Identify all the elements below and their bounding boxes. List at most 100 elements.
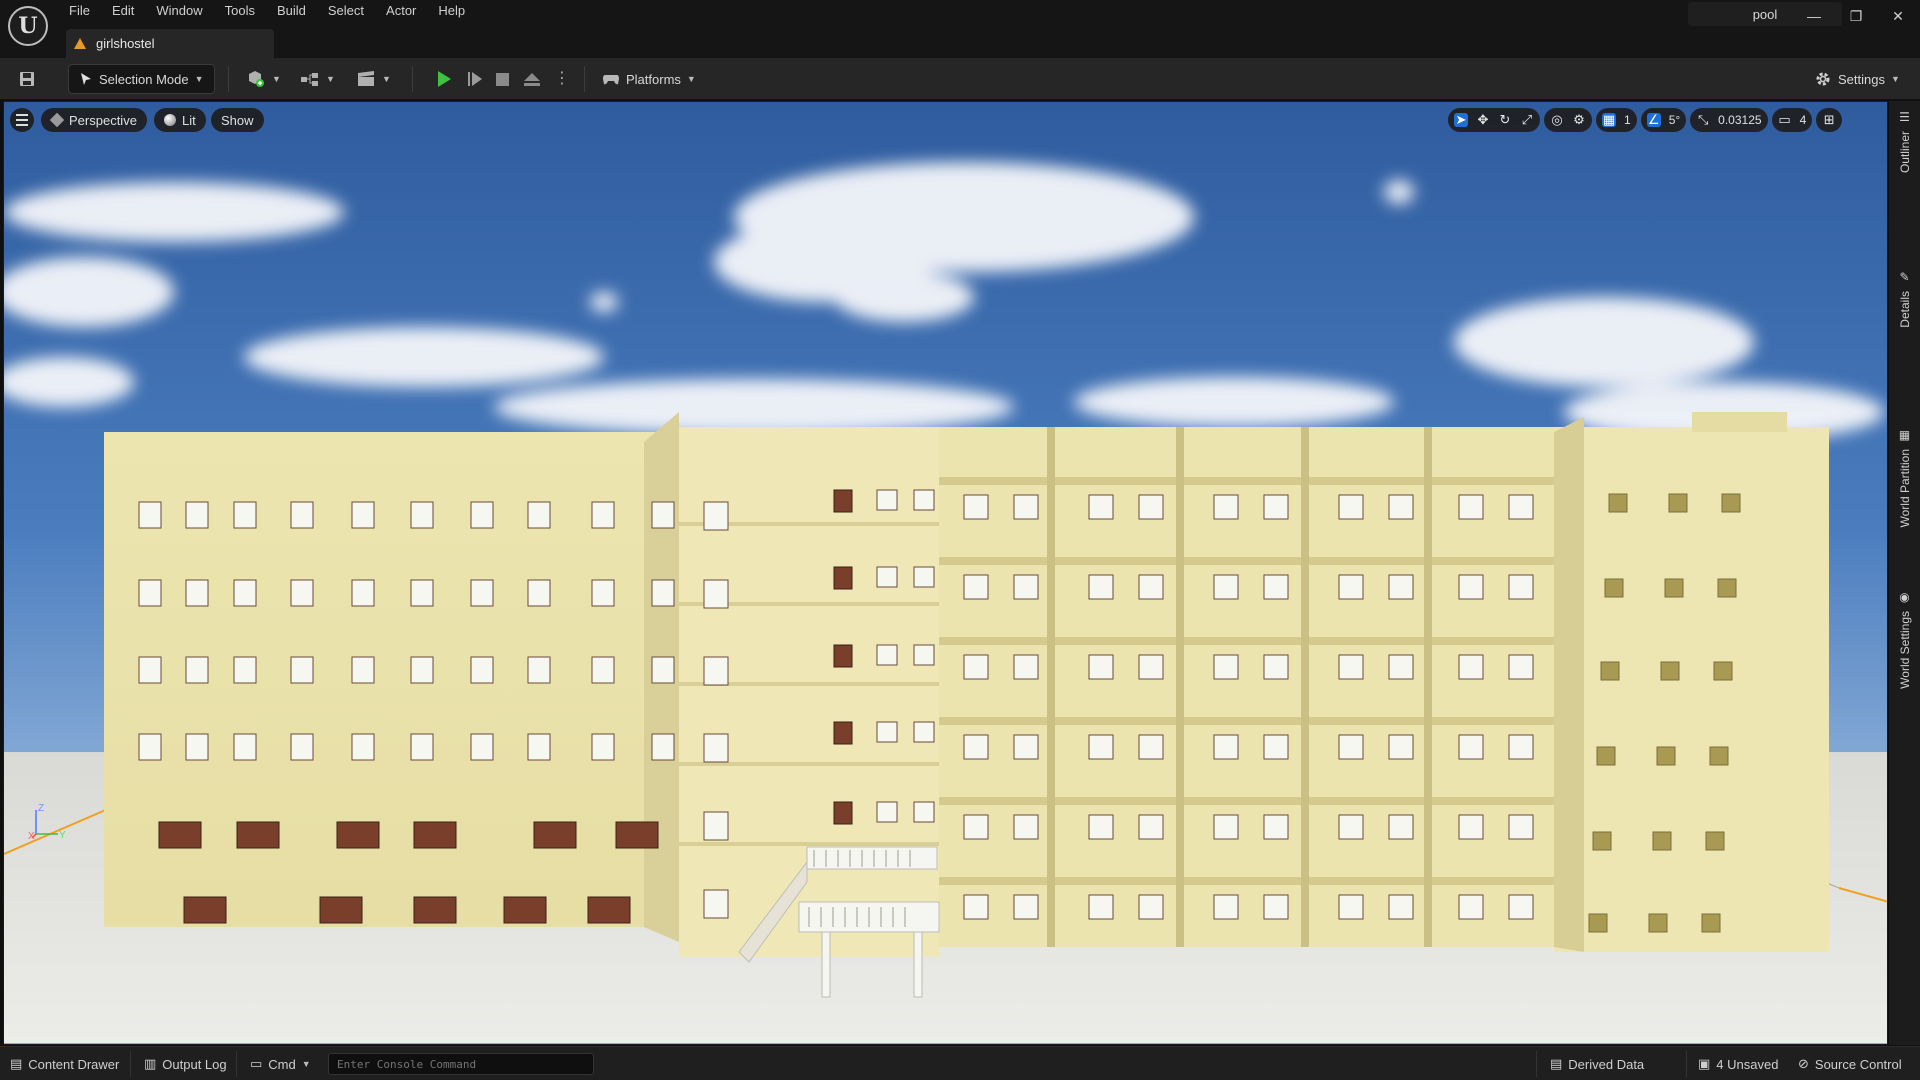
add-actor-button[interactable]: ▼ (240, 64, 287, 94)
blueprints-button[interactable]: ▼ (294, 64, 341, 94)
stop-button[interactable] (490, 64, 515, 94)
main-menu: File Edit Window Tools Build Select Acto… (58, 0, 476, 24)
building-window (1508, 574, 1534, 600)
menu-actor[interactable]: Actor (375, 0, 427, 24)
camera-speed-group[interactable]: ▭ 4 (1771, 108, 1813, 132)
building-window (470, 733, 494, 761)
building-window (703, 811, 729, 841)
perspective-button[interactable]: Perspective (41, 108, 147, 132)
level-viewport[interactable]: Perspective Lit Show ➤ ✥ ↻ ⤢ ◎ ⚙ ▦ 1 ∠ 5… (3, 101, 1888, 1045)
scale-snap-group[interactable]: ⤡ 0.03125 (1690, 108, 1768, 132)
select-icon[interactable]: ➤ (1454, 112, 1468, 127)
building-window (410, 733, 434, 761)
eject-button[interactable] (518, 64, 546, 94)
menu-select[interactable]: Select (317, 0, 375, 24)
building-window (1263, 494, 1289, 520)
level-tab-label: girlshostel (96, 36, 155, 51)
details-tab-label: Details (1897, 291, 1912, 328)
camera-icon[interactable]: ▭ (1778, 112, 1792, 127)
output-log-button[interactable]: ▥ Output Log (140, 1053, 231, 1075)
outliner-tab[interactable]: ☰ Outliner (1889, 110, 1920, 173)
building-window (410, 501, 434, 529)
building-window (833, 489, 853, 513)
advance-frame-button[interactable] (462, 64, 488, 94)
building-window (1263, 814, 1289, 840)
scale-snap-icon[interactable]: ⤡ (1696, 112, 1710, 127)
building-window (233, 579, 257, 607)
unsaved-button[interactable]: ▣ 4 Unsaved (1694, 1053, 1782, 1075)
menu-help[interactable]: Help (427, 0, 476, 24)
menu-tools[interactable]: Tools (214, 0, 266, 24)
building-window (876, 489, 898, 511)
menu-edit[interactable]: Edit (101, 0, 145, 24)
chevron-down-icon: ▼ (1890, 74, 1900, 84)
building-window (527, 733, 551, 761)
world-settings-tab[interactable]: ◉ World Settings (1889, 590, 1920, 689)
building-window (410, 656, 434, 684)
play-button[interactable] (432, 64, 457, 94)
building-window (527, 501, 551, 529)
content-drawer-button[interactable]: ▤ Content Drawer (6, 1053, 123, 1075)
content-drawer-icon: ▤ (10, 1056, 23, 1071)
building-window (1388, 894, 1414, 920)
grid-snap-icon[interactable]: ▦ (1602, 112, 1616, 127)
restore-button[interactable]: ❐ (1836, 2, 1876, 30)
building-window (351, 656, 375, 684)
viewport-scene[interactable] (4, 102, 1888, 1045)
rotation-snap-group[interactable]: ∠ 5° (1640, 108, 1687, 132)
settings-button[interactable]: Settings ▼ (1808, 64, 1906, 94)
axis-x-label: X (28, 831, 35, 842)
world-partition-tab[interactable]: ▦ World Partition (1889, 428, 1920, 527)
rotate-icon[interactable]: ↻ (1498, 112, 1512, 127)
building-window (591, 656, 615, 684)
unreal-logo-icon[interactable]: U (8, 6, 48, 46)
level-tab[interactable]: girlshostel (66, 29, 274, 58)
menu-window[interactable]: Window (145, 0, 213, 24)
building-window (1458, 894, 1484, 920)
building-window (1013, 574, 1039, 600)
building-window (651, 656, 675, 684)
platforms-button[interactable]: Platforms ▼ (596, 64, 702, 94)
menu-build[interactable]: Build (266, 0, 317, 24)
cinematics-button[interactable]: ▼ (350, 64, 397, 94)
building-window (1138, 574, 1164, 600)
building-window (185, 579, 209, 607)
building-window (1592, 831, 1612, 851)
building-window (527, 579, 551, 607)
building-window (1338, 574, 1364, 600)
close-button[interactable]: ✕ (1878, 2, 1918, 30)
building-window (1604, 578, 1624, 598)
show-button[interactable]: Show (211, 108, 264, 132)
world-space-icon[interactable]: ◎ (1550, 112, 1564, 127)
viewport-options-button[interactable] (10, 108, 34, 132)
cmd-label: Cmd (268, 1056, 296, 1072)
building-window (1713, 661, 1733, 681)
grid-snap-group[interactable]: ▦ 1 (1596, 108, 1637, 132)
minimize-button[interactable]: — (1794, 2, 1834, 30)
building-window (185, 656, 209, 684)
save-button[interactable] (12, 64, 42, 94)
building-window (1701, 913, 1721, 933)
lit-button[interactable]: Lit (154, 108, 206, 132)
console-command-input[interactable] (328, 1053, 594, 1075)
selection-mode-button[interactable]: Selection Mode ▼ (68, 64, 215, 94)
building-window (1508, 494, 1534, 520)
details-tab[interactable]: ✎ Details (1889, 270, 1920, 328)
translate-icon[interactable]: ✥ (1476, 112, 1490, 127)
derived-data-button[interactable]: ▤ Derived Data (1546, 1053, 1648, 1075)
viewport-layout-group[interactable]: ⊞ (1816, 108, 1843, 132)
rotation-snap-icon[interactable]: ∠ (1646, 112, 1661, 127)
blueprint-icon (301, 73, 318, 86)
building-window (1717, 578, 1737, 598)
cube-icon (49, 112, 65, 128)
scale-icon[interactable]: ⤢ (1520, 112, 1534, 127)
building-window (1013, 494, 1039, 520)
source-control-button[interactable]: ⊘ Source Control (1794, 1053, 1906, 1075)
building-window (1388, 734, 1414, 760)
surface-snap-icon[interactable]: ⚙ (1572, 112, 1586, 127)
building-window (319, 896, 363, 924)
menu-file[interactable]: File (58, 0, 101, 24)
layout-grid-icon[interactable]: ⊞ (1822, 112, 1836, 127)
play-options-button[interactable]: ⋮ (548, 64, 575, 94)
cmd-selector[interactable]: ▭ Cmd ▼ (246, 1053, 315, 1075)
